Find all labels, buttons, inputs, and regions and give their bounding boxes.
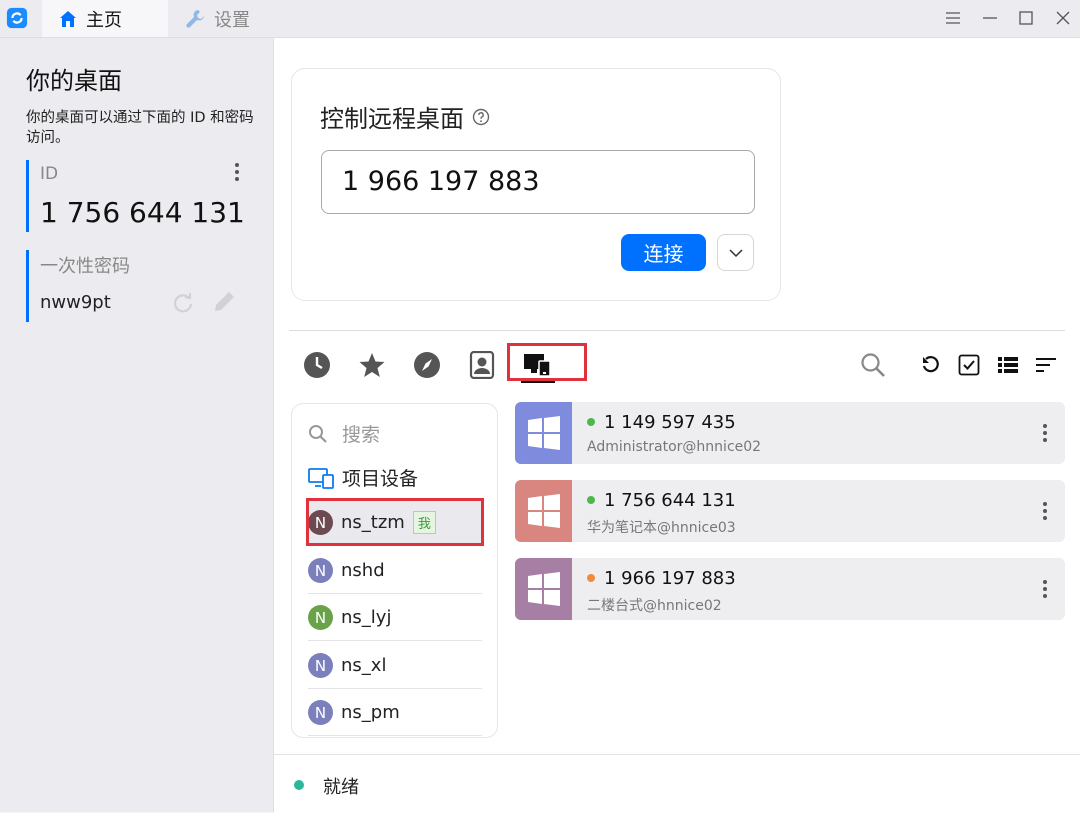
device-id: 1 966 197 883 (604, 568, 736, 589)
group-search[interactable]: 搜索 (308, 420, 380, 447)
windows-icon (527, 416, 560, 450)
windows-icon (527, 494, 560, 528)
section-divider (289, 330, 1065, 331)
device-alias: Administrator@hnnice02 (587, 439, 762, 455)
avatar: N (308, 605, 333, 630)
offline-status-dot (587, 574, 595, 582)
refresh-button[interactable] (916, 350, 946, 380)
clock-icon (304, 352, 330, 378)
tab-home-label: 主页 (86, 9, 122, 31)
group-search-placeholder: 搜索 (342, 424, 381, 446)
device-thumbnail (515, 402, 572, 464)
checkbox-icon (958, 354, 980, 376)
active-tab-indicator (521, 381, 555, 383)
password-label: 一次性密码 (40, 256, 130, 277)
devices-outline-icon (308, 467, 334, 489)
list-view-icon (998, 357, 1018, 373)
compass-icon (414, 352, 440, 378)
online-status-dot (587, 496, 595, 504)
home-icon (60, 10, 76, 27)
title-bar: 主页 设置 (0, 0, 1080, 38)
highlight-box-devices-tab (507, 343, 587, 381)
password-value: nww9pt (40, 292, 111, 313)
search-icon (309, 424, 327, 443)
tab-home[interactable]: 主页 (42, 0, 168, 37)
status-text: 就绪 (323, 777, 359, 798)
discovered-tab[interactable] (412, 350, 442, 380)
main-panel: 控制远程桌面 1 966 197 883 连接 搜索 项目设备 N ns_tzm… (274, 38, 1080, 813)
group-user-name: nshd (341, 560, 385, 581)
more-vertical-icon[interactable] (230, 162, 244, 182)
wrench-icon (186, 9, 204, 28)
group-user-name: ns_pm (341, 702, 400, 723)
device-id: 1 149 597 435 (604, 412, 736, 433)
group-header-label: 项目设备 (342, 468, 419, 490)
refresh-password-icon[interactable] (172, 291, 194, 313)
sort-icon (1036, 358, 1056, 372)
address-book-tab[interactable] (467, 350, 497, 380)
group-user-item[interactable]: N nshd (308, 548, 482, 594)
status-bar: 就绪 (274, 754, 1080, 813)
your-desktop-title: 你的桌面 (26, 67, 122, 95)
password-accent-bar (26, 250, 29, 322)
app-logo-icon (6, 7, 28, 29)
connect-button[interactable]: 连接 (621, 234, 706, 271)
device-card[interactable]: 1 966 197 883 二楼台式@hnnice02 (515, 558, 1065, 620)
avatar: N (308, 558, 333, 583)
group-user-item[interactable]: N ns_pm (308, 690, 482, 736)
status-dot (294, 780, 304, 790)
group-user-item[interactable]: N ns_xl (308, 643, 482, 689)
chevron-down-icon (728, 248, 743, 257)
edit-password-icon[interactable] (212, 290, 238, 314)
connect-title-text: 控制远程桌面 (320, 105, 464, 133)
connect-options-button[interactable] (717, 234, 754, 271)
device-card[interactable]: 1 756 644 131 华为笔记本@hnnice03 (515, 480, 1065, 542)
select-button[interactable] (954, 350, 984, 380)
device-alias: 华为笔记本@hnnice03 (587, 520, 736, 536)
windows-icon (527, 572, 560, 606)
online-status-dot (587, 418, 595, 426)
search-button[interactable] (858, 350, 888, 380)
device-id: 1 756 644 131 (604, 490, 736, 511)
help-icon[interactable] (472, 108, 490, 126)
maximize-icon[interactable] (1016, 8, 1036, 28)
device-thumbnail (515, 480, 572, 542)
remote-id-input[interactable]: 1 966 197 883 (321, 150, 755, 214)
contact-book-icon (469, 351, 495, 379)
your-desktop-panel: 你的桌面 你的桌面可以通过下面的 ID 和密码访问。 ID 1 756 644 … (0, 38, 274, 812)
recent-sessions-tab[interactable] (302, 350, 332, 380)
device-card[interactable]: 1 149 597 435 Administrator@hnnice02 (515, 402, 1065, 464)
group-list: 搜索 项目设备 N ns_tzm 我 N nshd N ns_lyj N ns_… (291, 403, 498, 738)
connect-title: 控制远程桌面 (320, 99, 490, 134)
id-label: ID (40, 164, 59, 184)
favorites-tab[interactable] (357, 350, 387, 380)
minimize-icon[interactable] (980, 8, 1000, 28)
view-style-button[interactable] (993, 350, 1023, 380)
connect-card: 控制远程桌面 1 966 197 883 连接 (291, 68, 781, 301)
more-vertical-icon[interactable] (1040, 578, 1050, 600)
device-alias: 二楼台式@hnnice02 (587, 598, 722, 614)
highlight-box-user (306, 498, 484, 546)
avatar: N (308, 700, 333, 725)
close-icon[interactable] (1053, 8, 1073, 28)
group-user-name: ns_xl (341, 655, 387, 676)
more-vertical-icon[interactable] (1040, 422, 1050, 444)
star-icon (359, 353, 385, 377)
group-header: 项目设备 (308, 464, 418, 491)
search-icon (861, 353, 885, 377)
tab-settings[interactable]: 设置 (184, 0, 250, 37)
group-user-item[interactable]: N ns_lyj (308, 595, 482, 641)
tab-settings-label: 设置 (214, 9, 250, 31)
sort-button[interactable] (1031, 350, 1061, 380)
more-vertical-icon[interactable] (1040, 500, 1050, 522)
menu-icon[interactable] (943, 8, 963, 28)
group-user-name: ns_lyj (341, 607, 392, 628)
avatar: N (308, 653, 333, 678)
id-accent-bar (26, 160, 29, 232)
refresh-icon (922, 356, 939, 373)
id-value: 1 756 644 131 (40, 196, 245, 229)
device-thumbnail (515, 558, 572, 620)
your-desktop-description: 你的桌面可以通过下面的 ID 和密码访问。 (26, 110, 254, 146)
